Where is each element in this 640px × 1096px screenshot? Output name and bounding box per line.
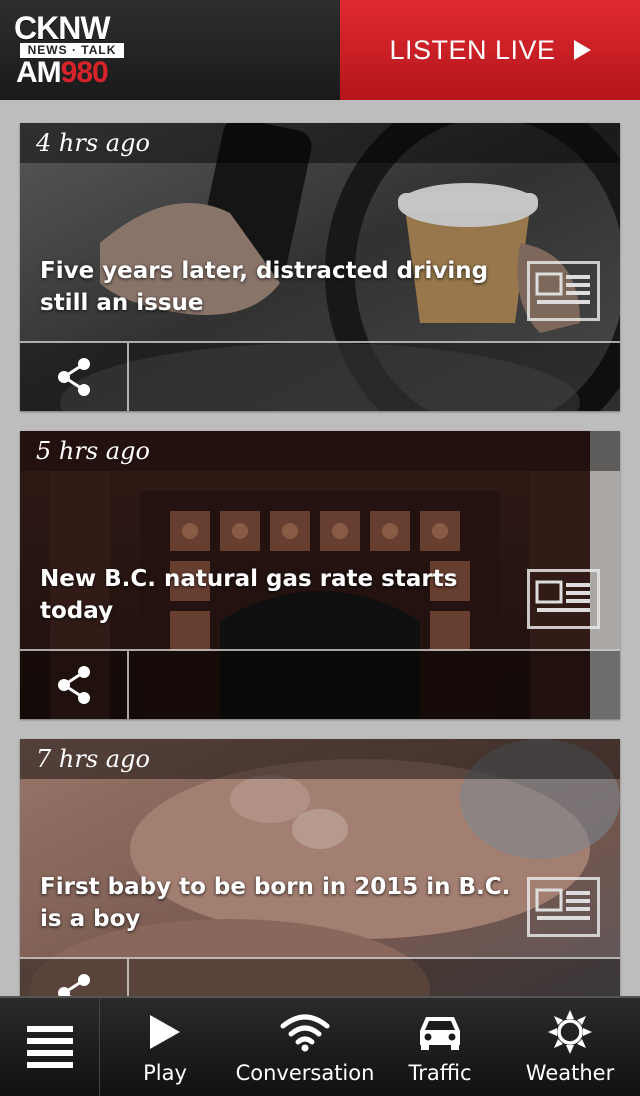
card-headline[interactable]: New B.C. natural gas rate starts today — [40, 563, 530, 627]
bottom-nav: Play Conversation Traffic Weather — [0, 996, 640, 1096]
card-action-bar — [20, 341, 620, 411]
nav-weather-label: Weather — [525, 1061, 615, 1085]
nav-conversation-label: Conversation — [235, 1061, 375, 1085]
card-timestamp: 4 hrs ago — [20, 123, 620, 163]
logo-number: 980 — [60, 56, 109, 89]
news-card[interactable]: 5 hrs ago New B.C. natural gas rate star… — [20, 431, 620, 719]
nav-traffic[interactable]: Traffic — [380, 998, 500, 1096]
logo-callsign: CKNW — [14, 10, 111, 46]
card-action-bar — [20, 649, 620, 719]
article-icon[interactable] — [527, 877, 600, 937]
card-action-bar — [20, 957, 620, 996]
article-icon[interactable] — [527, 569, 600, 629]
card-headline[interactable]: First baby to be born in 2015 in B.C. is… — [40, 871, 530, 935]
hamburger-menu-icon — [26, 1026, 73, 1068]
app-header: CKNW NEWS · TALK AM980 LISTEN LIVE — [0, 0, 640, 100]
news-card[interactable]: 7 hrs ago First baby to be born in 2015 … — [20, 739, 620, 996]
nav-play[interactable]: Play — [100, 998, 230, 1096]
car-icon — [420, 1017, 460, 1050]
share-icon — [57, 974, 90, 996]
nav-weather[interactable]: Weather — [500, 998, 640, 1096]
share-button[interactable] — [20, 959, 129, 996]
logo-area: CKNW NEWS · TALK AM980 — [0, 0, 340, 100]
sun-icon — [548, 1010, 592, 1054]
news-card[interactable]: 4 hrs ago Five years later, distracted d… — [20, 123, 620, 411]
menu-button[interactable] — [0, 998, 100, 1096]
share-icon — [57, 666, 90, 704]
logo-band: AM — [16, 56, 62, 89]
listen-live-label: LISTEN LIVE — [389, 34, 556, 65]
logo-frequency: AM980 — [16, 56, 109, 90]
share-button[interactable] — [20, 651, 129, 719]
wifi-icon — [280, 1014, 330, 1052]
card-headline[interactable]: Five years later, distracted driving sti… — [40, 255, 530, 319]
nav-traffic-label: Traffic — [408, 1061, 472, 1085]
article-icon[interactable] — [527, 261, 600, 321]
listen-live-button[interactable]: LISTEN LIVE — [340, 0, 640, 100]
station-logo[interactable]: CKNW NEWS · TALK AM980 — [14, 12, 126, 90]
news-feed[interactable]: 4 hrs ago Five years later, distracted d… — [0, 100, 640, 996]
card-timestamp: 5 hrs ago — [20, 431, 620, 471]
nav-play-label: Play — [143, 1061, 187, 1085]
share-icon — [57, 358, 90, 396]
card-timestamp: 7 hrs ago — [20, 739, 620, 779]
play-icon — [150, 1015, 180, 1049]
nav-conversation[interactable]: Conversation — [230, 998, 380, 1096]
share-button[interactable] — [20, 343, 129, 411]
play-arrow-icon — [573, 40, 591, 60]
